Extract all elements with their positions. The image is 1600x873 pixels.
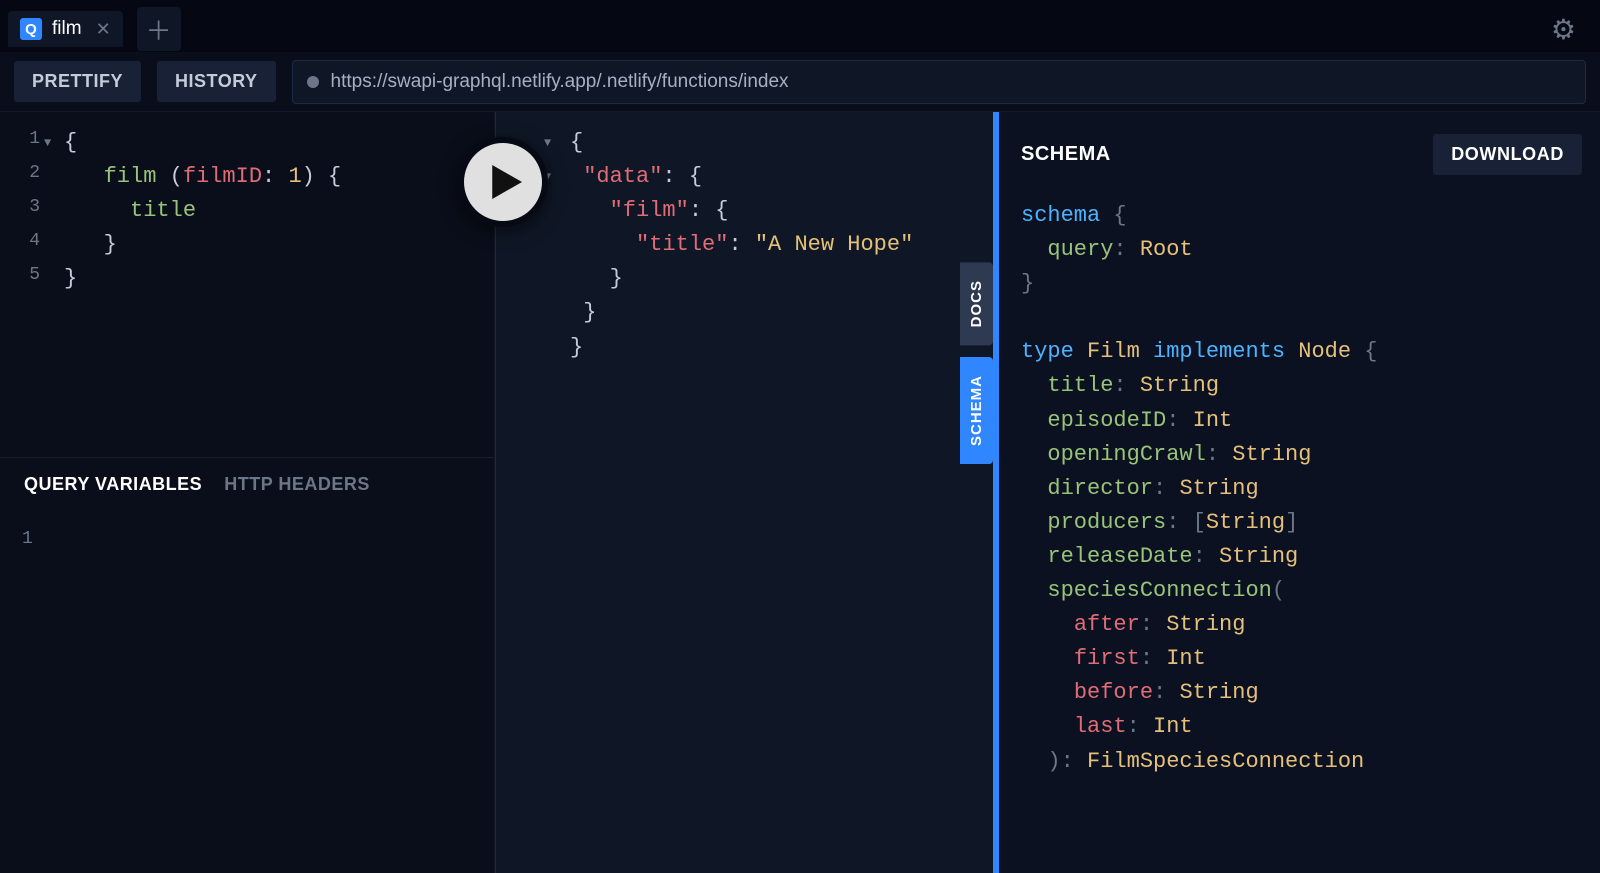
bottom-tabs: QUERY VARIABLES HTTP HEADERS xyxy=(0,457,494,511)
status-dot-icon xyxy=(307,76,319,88)
result-viewer[interactable]: ▼▼ { "data": { "film": { "title": "A New… xyxy=(496,112,993,379)
variables-editor[interactable]: 1 xyxy=(0,511,494,873)
tab-label: film xyxy=(52,18,82,40)
tab-http-headers[interactable]: HTTP HEADERS xyxy=(224,474,370,495)
endpoint-input[interactable]: https://swapi-graphql.netlify.app/.netli… xyxy=(292,60,1586,104)
tab-film[interactable]: Q film ✕ xyxy=(8,11,123,47)
operation-badge-icon: Q xyxy=(20,18,42,40)
history-button[interactable]: HISTORY xyxy=(157,61,276,102)
left-pane: 1 2 3 4 5 ▼ { film (filmID: 1) { title }… xyxy=(0,112,495,873)
new-tab-button[interactable]: ＋ xyxy=(137,7,181,51)
schema-title: SCHEMA xyxy=(1021,143,1111,166)
play-icon xyxy=(488,165,522,199)
endpoint-url: https://swapi-graphql.netlify.app/.netli… xyxy=(331,71,789,93)
query-code: { film (filmID: 1) { title } } xyxy=(64,126,494,296)
schema-code[interactable]: schema { query: Root } type Film impleme… xyxy=(1021,199,1582,779)
plus-icon: ＋ xyxy=(146,11,172,48)
execute-button[interactable] xyxy=(458,137,548,227)
close-icon[interactable]: ✕ xyxy=(96,19,111,40)
download-button[interactable]: DOWNLOAD xyxy=(1433,134,1582,175)
side-tabs: DOCS SCHEMA xyxy=(960,262,993,464)
tab-docs[interactable]: DOCS xyxy=(960,262,993,345)
workspace: 1 2 3 4 5 ▼ { film (filmID: 1) { title }… xyxy=(0,112,1600,873)
vars-line-1: 1 xyxy=(22,529,33,549)
result-code: { "data": { "film": { "title": "A New Ho… xyxy=(570,126,993,365)
toolbar: PRETTIFY HISTORY https://swapi-graphql.n… xyxy=(0,52,1600,112)
line-gutter: 1 2 3 4 5 xyxy=(0,126,40,296)
prettify-button[interactable]: PRETTIFY xyxy=(14,61,141,102)
tab-bar: Q film ✕ ＋ ⚙ xyxy=(0,0,1600,52)
schema-panel: SCHEMA DOWNLOAD schema { query: Root } t… xyxy=(999,112,1600,873)
settings-button[interactable]: ⚙ xyxy=(1551,13,1576,46)
tab-schema[interactable]: SCHEMA xyxy=(960,357,993,464)
tab-query-variables[interactable]: QUERY VARIABLES xyxy=(24,474,202,495)
fold-marker-icon[interactable]: ▼ xyxy=(44,126,51,160)
result-pane: ▼▼ { "data": { "film": { "title": "A New… xyxy=(495,112,993,873)
query-editor[interactable]: 1 2 3 4 5 ▼ { film (filmID: 1) { title }… xyxy=(0,112,494,457)
gear-icon: ⚙ xyxy=(1551,14,1576,45)
